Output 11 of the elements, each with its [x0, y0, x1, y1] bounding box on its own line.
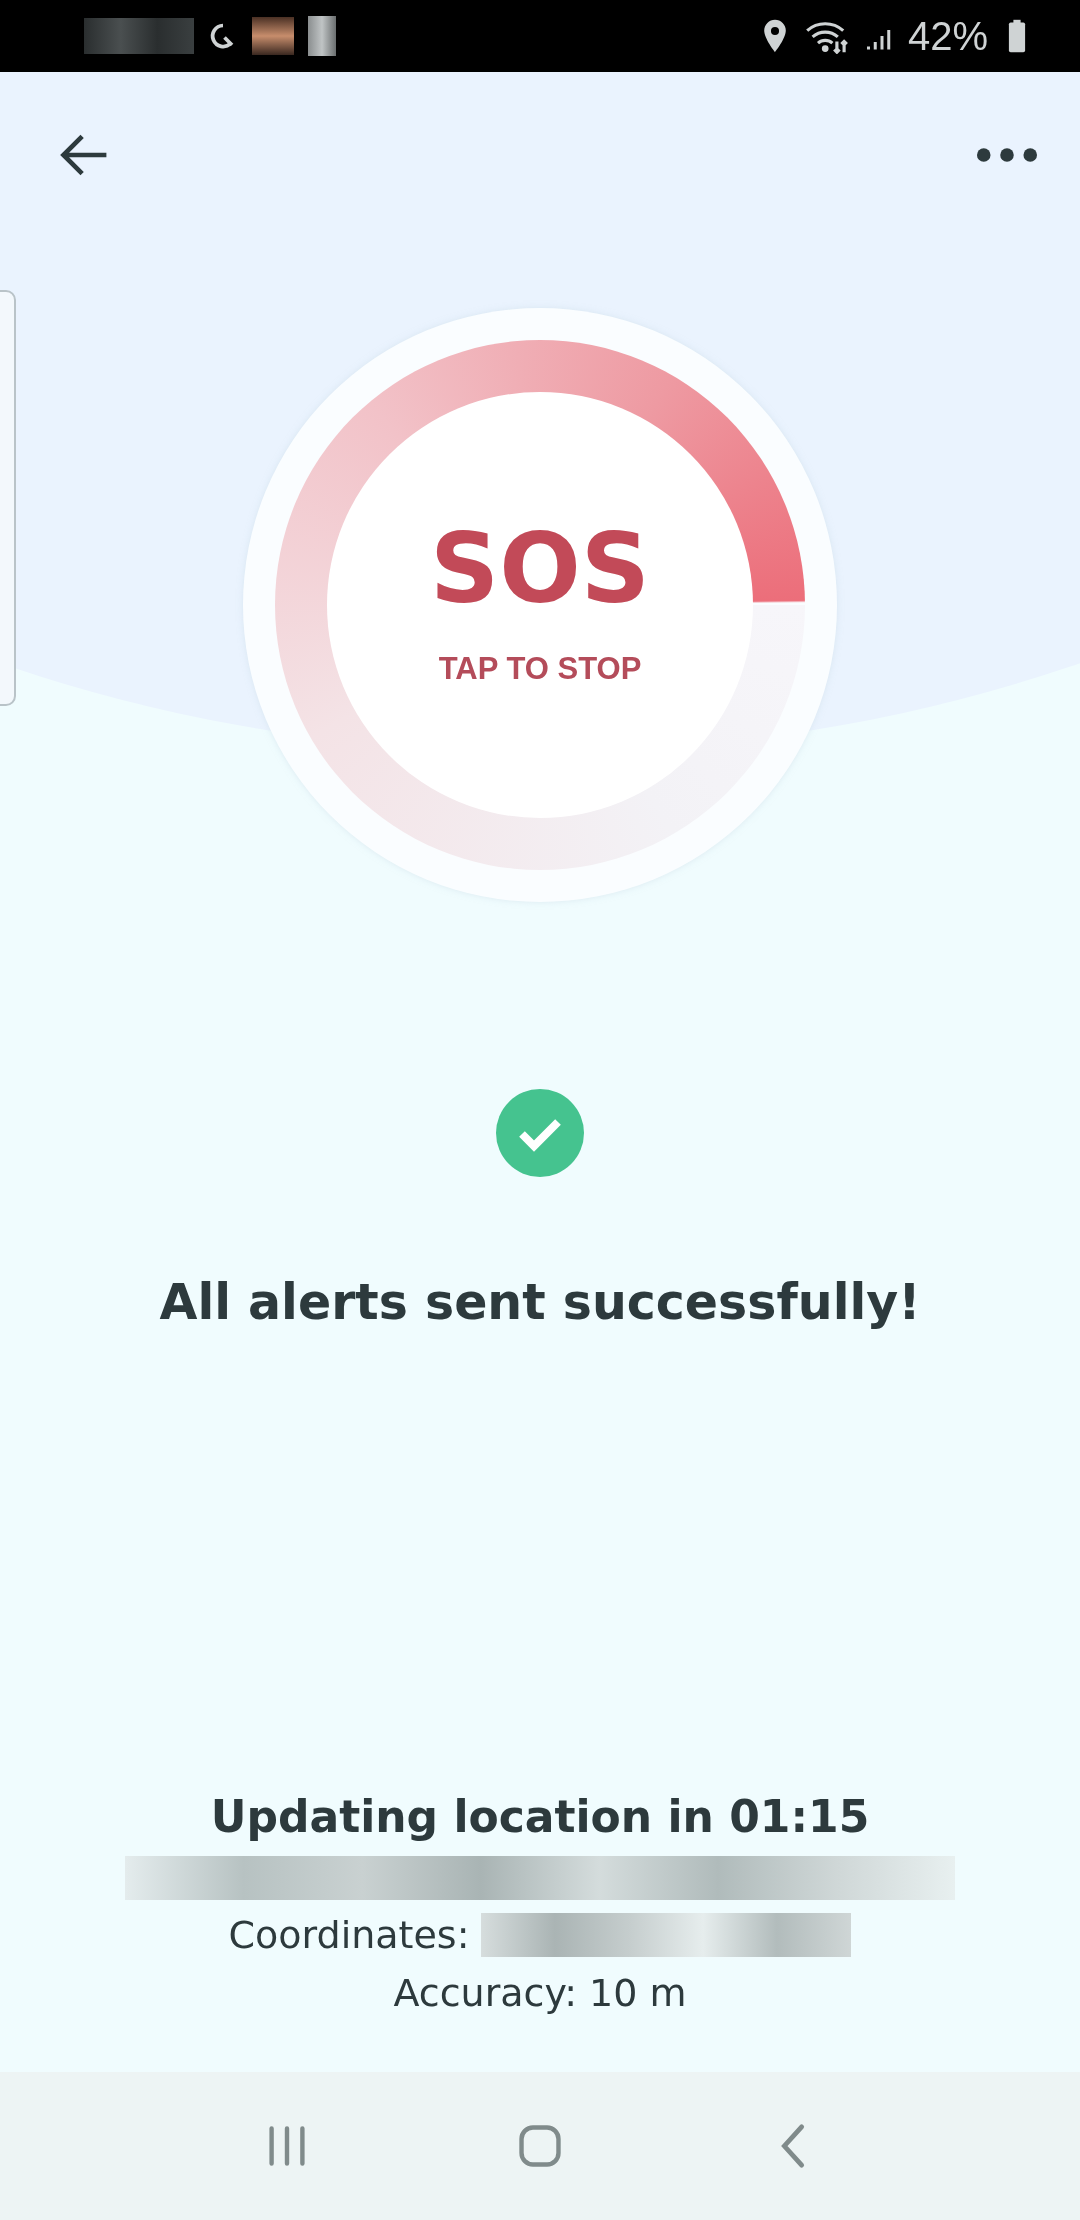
home-icon[interactable]	[518, 2122, 562, 2170]
coordinates-label: Coordinates:	[228, 1912, 470, 1959]
success-message: All alerts sent successfully!	[159, 1274, 921, 1331]
location-countdown: Updating location in 01:15	[210, 1791, 870, 1842]
accuracy-text: Accuracy: 10 m	[393, 1970, 687, 2017]
redacted-icon	[252, 17, 294, 55]
battery-percent: 42%	[907, 13, 988, 59]
redacted-icon	[308, 16, 336, 56]
success-check-icon	[495, 1088, 585, 1178]
more-options-icon[interactable]	[976, 145, 1038, 165]
redacted-icon	[84, 18, 194, 54]
